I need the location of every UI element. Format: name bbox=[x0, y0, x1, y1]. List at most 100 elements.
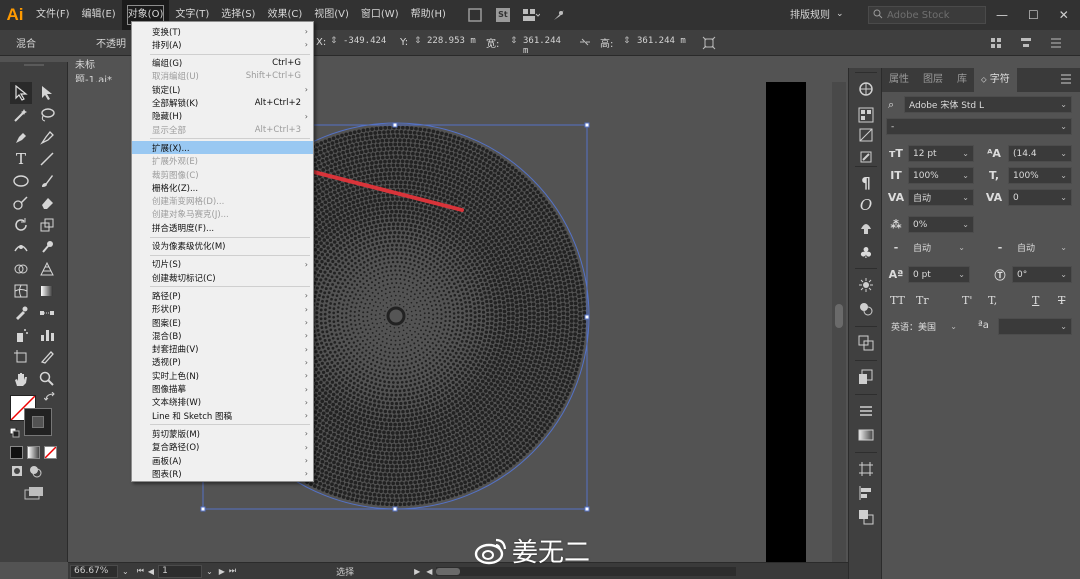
arrange-documents-icon[interactable] bbox=[522, 6, 540, 24]
blend-tool-icon[interactable] bbox=[36, 302, 58, 324]
halftone-dot bbox=[402, 300, 405, 303]
artboard-tool-icon[interactable] bbox=[10, 346, 32, 368]
y-field[interactable]: 228.953 m bbox=[424, 35, 486, 51]
halftone-dot bbox=[358, 407, 363, 412]
menu-1[interactable]: 文件(F) bbox=[30, 0, 76, 30]
puppet-warp-tool-icon[interactable] bbox=[36, 236, 58, 258]
menu-8[interactable]: 窗口(W) bbox=[355, 0, 405, 30]
halftone-dot bbox=[496, 291, 500, 295]
minimize-button[interactable]: — bbox=[996, 8, 1008, 22]
panel-menu-icon[interactable] bbox=[1050, 37, 1062, 52]
menu-2[interactable]: 编辑(E) bbox=[76, 0, 122, 30]
workspace-switcher[interactable]: 排版规则 ⌄ bbox=[790, 6, 844, 22]
halftone-dot bbox=[522, 350, 527, 355]
close-button[interactable]: ✕ bbox=[1059, 8, 1069, 22]
halftone-dot bbox=[483, 267, 487, 272]
link-proportions-icon[interactable] bbox=[578, 35, 592, 52]
document-tab[interactable]: 未标题-1.ai* bbox=[70, 60, 132, 86]
menu-9[interactable]: 帮助(H) bbox=[405, 0, 452, 30]
gpu-rocket-icon[interactable] bbox=[550, 6, 568, 24]
halftone-dot bbox=[443, 345, 447, 349]
halftone-dot bbox=[332, 311, 336, 315]
curvature-tool-icon[interactable] bbox=[36, 126, 58, 148]
screen-mode-icon[interactable] bbox=[24, 486, 44, 503]
paintbrush-tool-icon[interactable] bbox=[36, 170, 58, 192]
swap-colors-icon[interactable] bbox=[43, 391, 56, 405]
stock-search-input[interactable]: Adobe Stock bbox=[868, 6, 986, 24]
halftone-dot bbox=[360, 395, 364, 399]
blend-mode-label[interactable]: 混合 bbox=[16, 35, 36, 50]
lasso-tool-icon[interactable] bbox=[36, 104, 58, 126]
halftone-dot bbox=[402, 214, 406, 218]
halftone-dot bbox=[402, 325, 404, 327]
transform-icon[interactable] bbox=[702, 36, 716, 53]
halftone-dot bbox=[338, 445, 343, 449]
x-field[interactable]: -349.424 bbox=[340, 35, 392, 51]
eyedropper-tool-icon[interactable] bbox=[10, 302, 32, 324]
halftone-dot bbox=[399, 248, 403, 251]
width-field[interactable]: 361.244 m bbox=[520, 35, 574, 56]
halftone-dot bbox=[451, 231, 455, 236]
halftone-dot bbox=[387, 473, 392, 477]
column-graph-tool-icon[interactable] bbox=[36, 324, 58, 346]
halftone-dot bbox=[422, 356, 425, 359]
halftone-dot bbox=[560, 293, 565, 298]
halftone-dot bbox=[368, 356, 371, 360]
draw-mode-icon[interactable] bbox=[10, 464, 24, 481]
line-segment-tool-icon[interactable] bbox=[36, 148, 58, 170]
w-stepper-icon[interactable]: ⇕ bbox=[510, 36, 518, 46]
magic-wand-tool-icon[interactable] bbox=[10, 104, 32, 126]
stroke-color-swatch[interactable] bbox=[24, 408, 52, 436]
halftone-dot bbox=[455, 408, 460, 413]
stock-icon[interactable]: St bbox=[494, 6, 512, 24]
draw-behind-icon[interactable] bbox=[28, 464, 42, 481]
halftone-dot bbox=[446, 362, 450, 366]
bridge-icon[interactable] bbox=[466, 6, 484, 24]
ellipse-tool-icon[interactable] bbox=[10, 170, 32, 192]
halftone-dot bbox=[326, 453, 330, 457]
halftone-dot bbox=[394, 377, 398, 380]
slice-tool-icon[interactable] bbox=[36, 346, 58, 368]
none-mode-icon[interactable] bbox=[44, 446, 57, 459]
gradient-mode-icon[interactable] bbox=[27, 446, 40, 459]
mesh-tool-icon[interactable] bbox=[10, 280, 32, 302]
halftone-dot bbox=[413, 298, 415, 301]
perspective-grid-tool-icon[interactable] bbox=[36, 258, 58, 280]
x-stepper-icon[interactable]: ⇕ bbox=[330, 36, 338, 46]
shape-builder-tool-icon[interactable] bbox=[10, 258, 32, 280]
halftone-dot bbox=[385, 184, 390, 189]
align-icon[interactable] bbox=[990, 37, 1002, 52]
halftone-dot bbox=[346, 411, 351, 416]
halftone-dot bbox=[342, 340, 346, 344]
halftone-dot bbox=[452, 227, 457, 232]
eraser-tool-icon[interactable] bbox=[36, 192, 58, 214]
halftone-dot bbox=[438, 358, 442, 362]
shaper-tool-icon[interactable] bbox=[10, 192, 32, 214]
toolbar-grip[interactable] bbox=[24, 64, 44, 66]
selection-tool-icon[interactable] bbox=[10, 82, 32, 104]
color-mode-icon[interactable] bbox=[10, 446, 23, 459]
symbol-sprayer-tool-icon[interactable] bbox=[10, 324, 32, 346]
height-field[interactable]: 361.244 m bbox=[634, 35, 692, 51]
y-stepper-icon[interactable]: ⇕ bbox=[414, 36, 422, 46]
halftone-dot bbox=[420, 157, 425, 162]
halftone-dot bbox=[501, 419, 505, 424]
type-tool-icon[interactable]: T bbox=[10, 148, 32, 170]
width-tool-icon[interactable] bbox=[10, 236, 32, 258]
pen-tool-icon[interactable] bbox=[10, 126, 32, 148]
rotate-tool-icon[interactable] bbox=[10, 214, 32, 236]
gradient-tool-icon[interactable] bbox=[36, 280, 58, 302]
menu-7[interactable]: 视图(V) bbox=[308, 0, 355, 30]
direct-selection-tool-icon[interactable] bbox=[36, 82, 58, 104]
halftone-dot bbox=[415, 156, 420, 161]
halftone-dot bbox=[507, 413, 511, 418]
distribute-icon[interactable] bbox=[1020, 37, 1032, 52]
opacity-label[interactable]: 不透明 bbox=[96, 35, 126, 50]
scale-tool-icon[interactable] bbox=[36, 214, 58, 236]
hand-tool-icon[interactable] bbox=[10, 368, 32, 390]
zoom-tool-icon[interactable] bbox=[36, 368, 58, 390]
halftone-dot bbox=[395, 368, 398, 372]
maximize-button[interactable]: ☐ bbox=[1028, 8, 1039, 22]
default-colors-icon[interactable] bbox=[9, 427, 20, 441]
h-stepper-icon[interactable]: ⇕ bbox=[623, 36, 631, 46]
